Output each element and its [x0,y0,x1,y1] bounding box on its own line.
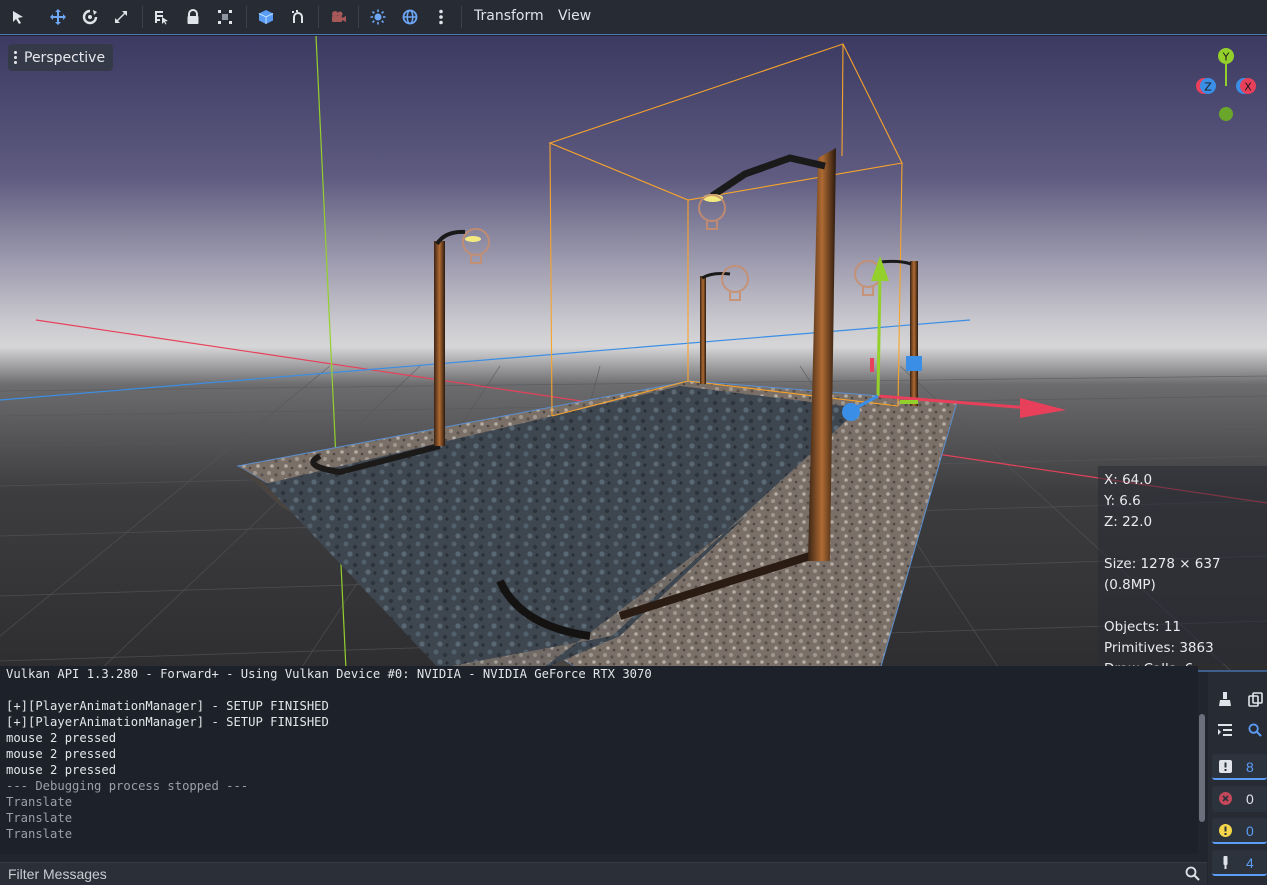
info-z: Z: 22.0 [1104,514,1153,530]
group-button[interactable] [212,4,238,30]
log-line: [+][PlayerAnimationManager] - SETUP FINI… [6,715,329,729]
info-primitives: Primitives: 3863 [1104,640,1214,656]
log-line: Vulkan API 1.3.280 - Forward+ - Using Vu… [6,667,652,681]
lock-button[interactable] [180,4,206,30]
viewport-info-panel: X: 64.0 Y: 6.6 Z: 22.0 Size: 1278 × 637 … [1098,466,1267,670]
warnings-count: 0 [1246,823,1254,839]
group-icon [218,10,232,24]
move-tool-button[interactable] [45,4,71,30]
output-log[interactable]: Vulkan API 1.3.280 - Forward+ - Using Vu… [0,666,1198,854]
warning-icon [1219,824,1232,837]
log-line: Translate [6,827,73,841]
toolbar-separator [142,6,143,28]
toolbar: Transform View [0,0,1267,35]
log-line: Translate [6,795,73,809]
list-select-button[interactable] [148,4,174,30]
view-menu[interactable]: View [558,8,591,24]
log-line: Translate [6,811,73,825]
copy-icon [1247,691,1263,707]
perspective-menu-button[interactable]: Perspective [8,44,114,71]
editor-messages-count: 4 [1246,855,1254,871]
log-line: --- Debugging process stopped --- [6,779,249,793]
perspective-label: Perspective [24,49,106,66]
gizmo-z-label[interactable]: Z [1204,81,1212,94]
filter-editor-toggle[interactable]: 4 [1212,850,1267,876]
filter-errors-toggle[interactable]: 0 [1212,786,1267,812]
gizmo-x-label[interactable]: X [1244,81,1252,94]
errors-count: 0 [1246,791,1254,807]
toolbar-separator [461,6,462,28]
scale-tool-button[interactable] [108,4,134,30]
transform-menu[interactable]: Transform [474,8,544,24]
filter-messages-toggle[interactable]: 8 [1212,754,1267,780]
scene-render[interactable] [0,36,1267,670]
collapse-icon [1218,724,1232,736]
info-size: Size: 1278 × 637 (0.8MP) [1104,556,1221,593]
filter-warnings-toggle[interactable]: 0 [1212,818,1267,844]
filter-messages-input[interactable] [0,863,1180,885]
environment-preview-button[interactable] [397,4,423,30]
log-line: mouse 2 pressed [6,731,117,745]
environment-icon [402,9,418,25]
toolbar-separator [246,6,247,28]
output-panel: Vulkan API 1.3.280 - Forward+ - Using Vu… [0,666,1267,885]
camera-icon [332,11,346,22]
sun-preview-button[interactable] [365,4,391,30]
snap-button[interactable] [285,4,311,30]
toggle-search-button[interactable] [1242,718,1267,742]
error-icon [1219,792,1232,805]
gizmo-y-label[interactable]: Y [1222,51,1230,64]
copy-log-button[interactable] [1242,687,1267,711]
sun-icon [370,9,386,25]
log-scrollbar[interactable] [1199,714,1205,822]
output-sidebar: 8 0 0 4 [1208,672,1267,885]
log-line: mouse 2 pressed [6,763,117,777]
list-select-icon [155,11,168,25]
select-tool-button[interactable] [5,4,31,30]
more-options-button[interactable] [428,4,454,30]
rotate-tool-button[interactable] [77,4,103,30]
clear-log-button[interactable] [1212,687,1238,711]
toolbar-separator [318,6,319,28]
message-icon [1219,760,1232,773]
local-space-icon [258,10,274,24]
select-icon [13,11,23,24]
info-y: Y: 6.6 [1104,493,1141,509]
move-icon [50,9,66,25]
log-line: [+][PlayerAnimationManager] - SETUP FINI… [6,699,329,713]
lock-icon [187,9,199,24]
search-icon [1248,723,1262,737]
menu-dots-icon [14,51,18,64]
info-x: X: 64.0 [1104,472,1153,488]
more-icon [439,9,443,25]
messages-count: 8 [1246,759,1254,775]
search-icon [1185,866,1200,881]
log-line: mouse 2 pressed [6,747,117,761]
toolbar-separator [358,6,359,28]
local-space-button[interactable] [253,4,279,30]
collapse-duplicates-button[interactable] [1212,718,1238,742]
orientation-gizmo[interactable]: Y Z X [1192,46,1262,138]
camera-preview-button[interactable] [325,4,351,30]
scale-icon [115,11,127,23]
info-objects: Objects: 11 [1104,619,1182,635]
snap-icon [292,10,303,23]
filter-bar [0,862,1207,885]
rotate-icon [82,9,98,25]
broom-icon [1219,692,1231,706]
3d-viewport[interactable]: Perspective Y Z X X: 64.0 Y: 6.6 Z: 22.0… [0,36,1267,670]
editor-message-icon [1223,856,1228,869]
